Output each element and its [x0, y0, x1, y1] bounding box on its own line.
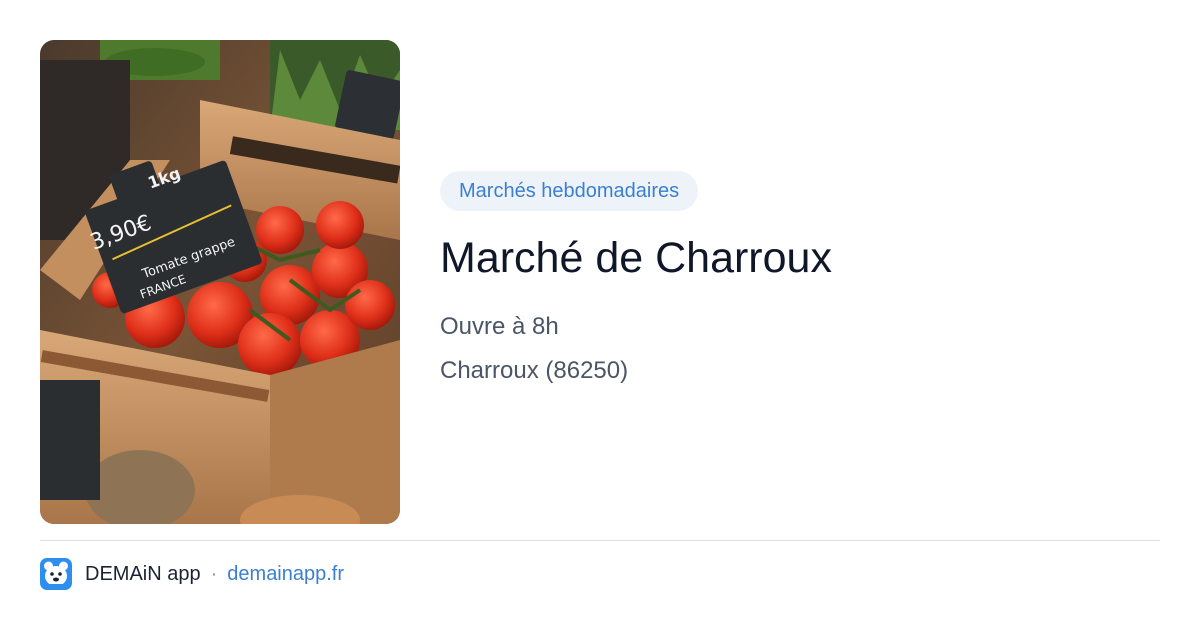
app-name[interactable]: DEMAiN app [85, 563, 201, 586]
separator-dot: · [210, 562, 218, 585]
preview-card[interactable]: 1kg 3,90€ Tomate grappe FRANCE Marchés h… [0, 0, 1200, 630]
market-title: Marché de Charroux [440, 234, 832, 282]
market-info: Marchés hebdomadaires Marché de Charroux… [440, 171, 1160, 386]
bear-app-icon [40, 558, 72, 590]
market-photo: 1kg 3,90€ Tomate grappe FRANCE [40, 40, 400, 524]
site-link[interactable]: demainapp.fr [227, 563, 344, 586]
footer: DEMAiN app · demainapp.fr [40, 558, 344, 590]
market-location: Charroux (86250) [440, 357, 629, 384]
divider [40, 540, 1160, 541]
category-badge[interactable]: Marchés hebdomadaires [440, 171, 699, 211]
opening-hours: Ouvre à 8h [440, 313, 559, 340]
